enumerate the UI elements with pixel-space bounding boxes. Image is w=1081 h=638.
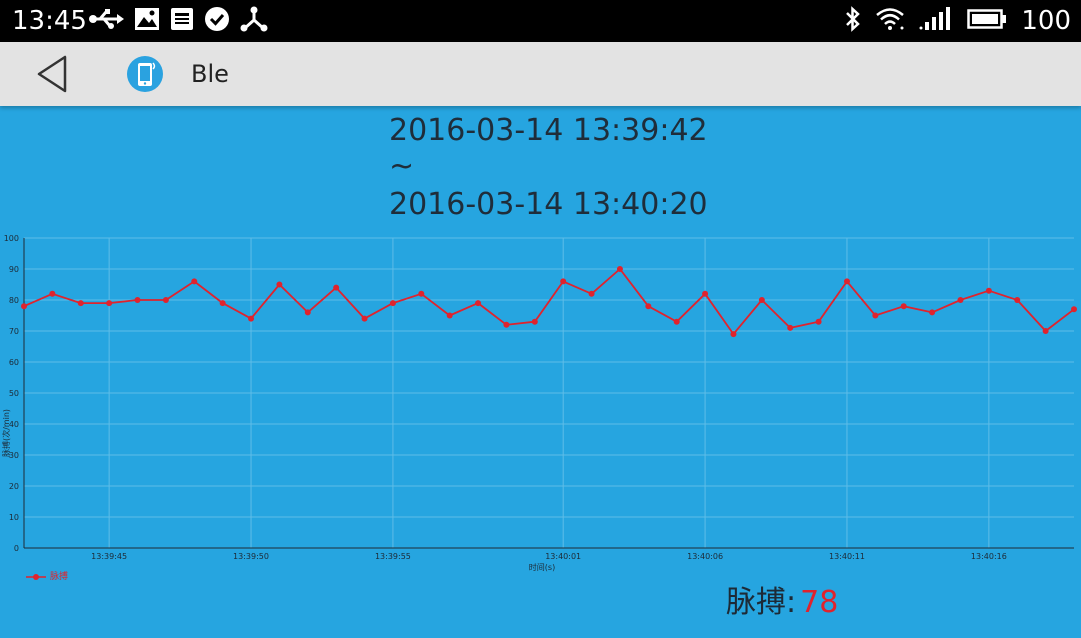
data-point xyxy=(21,303,27,310)
series-line xyxy=(23,268,1075,335)
y-tick-label: 10 xyxy=(9,513,19,522)
y-axis-label: 脉搏(次/min) xyxy=(1,409,11,457)
share-icon xyxy=(240,6,268,36)
time-range: 2016-03-14 13:39:42 ~ 2016-03-14 13:40:2… xyxy=(389,112,708,226)
data-point xyxy=(815,318,822,325)
data-point xyxy=(475,300,482,307)
status-time: 13:45 xyxy=(12,6,87,36)
data-point xyxy=(333,284,340,291)
app-title: Ble xyxy=(191,60,229,88)
pulse-line-chart[interactable]: 010203040506070809010013:39:45 13:39:50 13… xyxy=(0,228,1081,578)
data-point xyxy=(191,278,198,285)
data-point xyxy=(900,303,907,310)
x-tick-label: 13:40:06 xyxy=(687,552,723,561)
y-tick-label: 70 xyxy=(9,327,19,336)
data-point xyxy=(276,281,283,288)
y-tick-label: 100 xyxy=(4,234,19,243)
check-circle-icon xyxy=(204,6,230,36)
back-triangle-icon xyxy=(37,55,67,93)
bluetooth-icon xyxy=(845,6,861,36)
y-tick-label: 60 xyxy=(9,358,19,367)
x-axis-label: 时间(s) xyxy=(529,562,555,572)
data-point xyxy=(1042,328,1049,334)
y-tick-label: 0 xyxy=(14,544,19,553)
data-point xyxy=(645,303,652,310)
x-tick-label: 13:39:50 xyxy=(233,552,269,561)
y-tick-label: 80 xyxy=(9,296,19,305)
notification-icons xyxy=(88,6,268,36)
data-point xyxy=(134,297,141,303)
data-point xyxy=(957,297,964,303)
legend-label: 脉搏 xyxy=(50,572,69,582)
data-point xyxy=(418,290,425,297)
battery-level-text: 100 xyxy=(1021,6,1071,36)
data-point xyxy=(758,297,765,303)
x-tick-label: 13:39:55 xyxy=(375,552,411,561)
y-tick-label: 50 xyxy=(9,389,19,398)
data-point xyxy=(985,287,992,294)
usb-icon xyxy=(88,8,124,34)
range-end: 2016-03-14 13:40:20 xyxy=(389,187,708,222)
data-point xyxy=(616,266,623,272)
data-point xyxy=(588,290,595,297)
x-tick-label: 13:40:16 xyxy=(971,552,1007,561)
data-point xyxy=(248,315,255,322)
status-bar: 13:45 100 xyxy=(0,0,1081,42)
data-point xyxy=(1014,297,1021,303)
x-tick-label: 13:39:45 xyxy=(91,552,127,561)
range-start: 2016-03-14 13:39:42 xyxy=(389,113,708,148)
data-point xyxy=(389,300,396,307)
range-separator: ~ xyxy=(389,149,415,184)
data-point xyxy=(1071,306,1077,313)
news-icon xyxy=(170,7,194,35)
data-point xyxy=(702,290,709,297)
battery-icon xyxy=(967,8,1007,34)
y-tick-label: 90 xyxy=(9,265,19,274)
data-point xyxy=(872,312,879,319)
data-point xyxy=(361,315,368,322)
app-screen: 13:45 100 Ble 2016-03-14 13:39:42 ~ 2016… xyxy=(0,0,1081,638)
data-point xyxy=(77,300,84,307)
data-point xyxy=(673,318,680,325)
chart-legend: 脉搏 xyxy=(26,569,68,585)
action-bar: Ble xyxy=(0,42,1081,106)
data-point xyxy=(730,331,737,338)
pulse-readout: 脉搏: 78 xyxy=(726,580,838,626)
phone-app-icon xyxy=(126,55,164,93)
back-button[interactable] xyxy=(30,52,74,96)
y-tick-label: 20 xyxy=(9,482,19,491)
data-point xyxy=(843,278,850,285)
legend-marker-icon xyxy=(26,574,46,580)
system-icons: 100 xyxy=(845,4,1071,38)
data-point xyxy=(503,321,510,328)
data-point xyxy=(162,297,169,303)
image-icon xyxy=(134,7,160,35)
x-tick-label: 13:40:11 xyxy=(829,552,865,561)
pulse-label: 脉搏: xyxy=(726,585,797,620)
data-point xyxy=(787,324,794,331)
x-tick-label: 13:40:01 xyxy=(545,552,581,561)
pulse-value: 78 xyxy=(800,585,839,620)
wifi-icon xyxy=(875,7,905,35)
data-point xyxy=(531,318,538,325)
data-point xyxy=(304,309,311,316)
signal-3g-icon xyxy=(919,6,953,36)
data-point xyxy=(49,290,56,297)
data-point xyxy=(560,278,567,285)
data-point xyxy=(219,300,226,307)
data-point xyxy=(929,309,936,316)
data-point xyxy=(446,312,453,319)
data-point xyxy=(106,300,113,307)
